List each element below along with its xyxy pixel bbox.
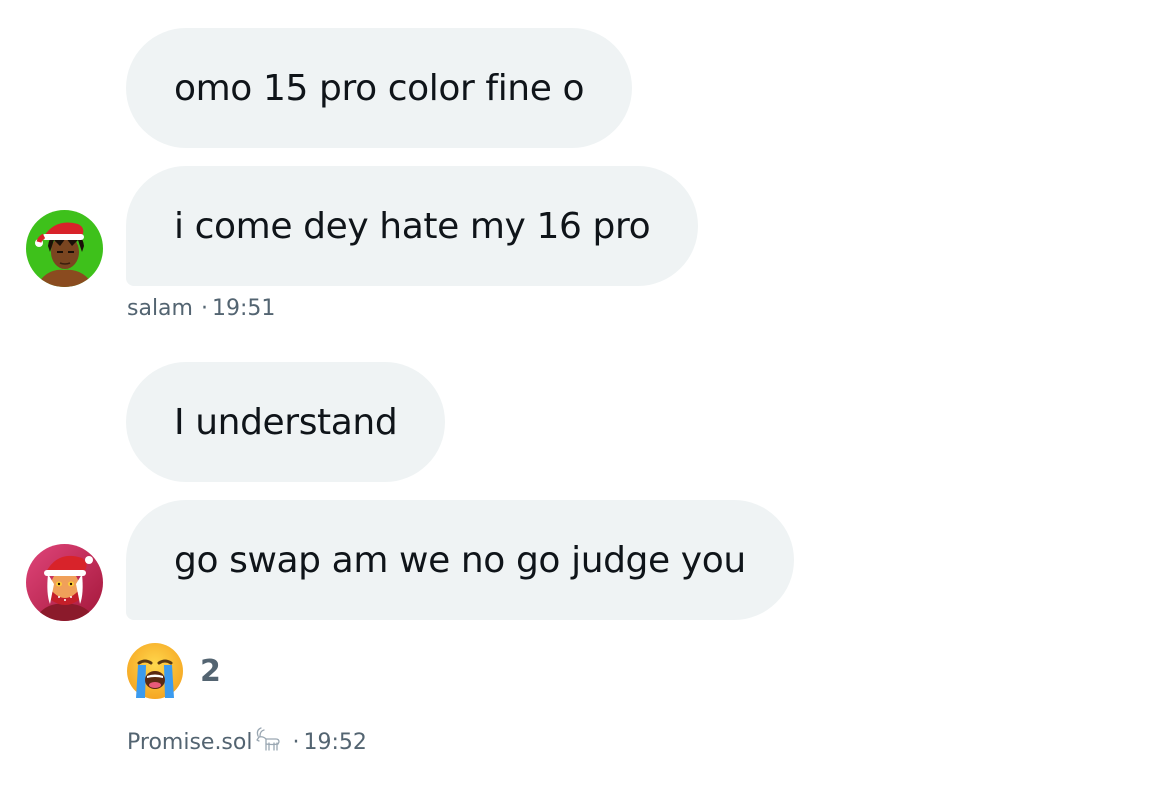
message-meta: salam · 19:51 [127, 296, 275, 321]
message-bubble[interactable]: I understand [126, 362, 446, 482]
reaction-pill[interactable]: 2 [126, 642, 221, 700]
reaction-count: 2 [200, 653, 221, 689]
message-text: I understand [174, 401, 398, 443]
avatar[interactable] [26, 544, 103, 621]
goat-icon [254, 726, 282, 758]
santa-hat-avatar-icon [26, 210, 103, 287]
timestamp: 19:51 [211, 296, 276, 321]
loudly-crying-face-icon [127, 643, 183, 699]
avatar[interactable] [26, 210, 103, 287]
message-bubble[interactable]: i come dey hate my 16 pro [126, 166, 699, 286]
sender-name[interactable]: salam [127, 296, 193, 321]
sender-name[interactable]: Promise.sol [127, 730, 252, 755]
message-bubble[interactable]: go swap am we no go judge you [126, 500, 794, 620]
message-bubble[interactable]: omo 15 pro color fine o [126, 28, 633, 148]
timestamp: 19:52 [303, 729, 367, 755]
message-text: i come dey hate my 16 pro [174, 205, 651, 247]
meta-separator: · [292, 729, 300, 755]
message-meta: Promise.sol · 19:52 [127, 726, 367, 758]
message-text: go swap am we no go judge you [174, 539, 746, 581]
santa-hat-avatar-icon [26, 544, 103, 621]
message-text: omo 15 pro color fine o [174, 67, 585, 109]
meta-separator: · [200, 296, 208, 321]
